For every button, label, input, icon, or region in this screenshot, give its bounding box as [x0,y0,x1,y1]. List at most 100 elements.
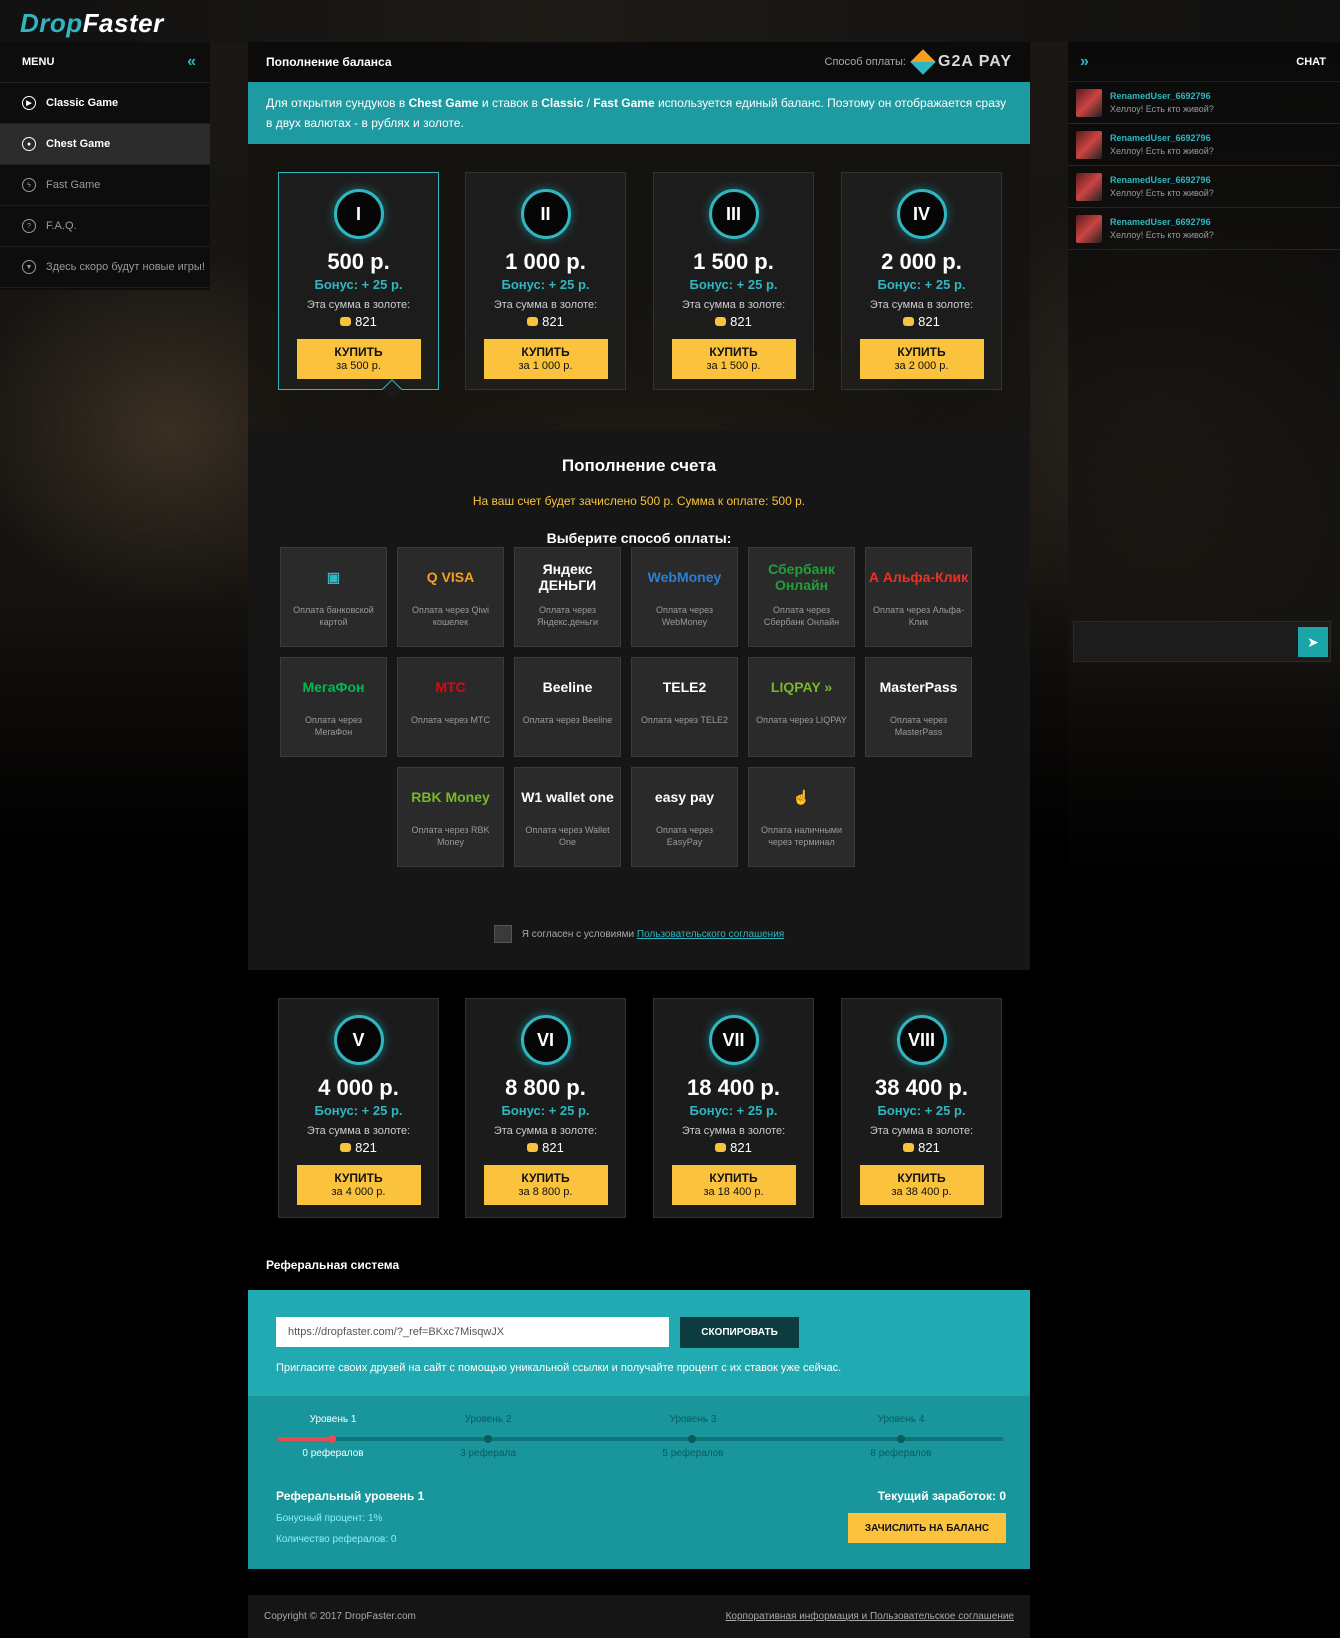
referral-title: Реферальная система [266,1258,400,1272]
chat-text: Хеллоу! Есть кто живой? [1110,230,1214,240]
payment-method-tile[interactable]: MasterPass Оплата через MasterPass [865,657,972,757]
payment-logo: МегаФон [302,679,365,695]
menu-item-fast-game[interactable]: ϟ Fast Game [0,165,210,206]
package-card[interactable]: IV 2 000 р. Бонус: + 25 р. Эта сумма в з… [841,172,1002,390]
payment-logo: Яндекс ДЕНЬГИ [538,561,597,593]
chat-username[interactable]: RenamedUser_6692796 [1110,217,1214,227]
package-amount: 8 800 р. [505,1075,586,1100]
send-icon: ➤ [1307,633,1319,650]
buy-button[interactable]: КУПИТЬ за 8 800 р. [483,1165,608,1205]
payment-logo: МТС [435,679,466,695]
chat-message: RenamedUser_6692796 Хеллоу! Есть кто живо… [1068,82,1340,124]
buy-button[interactable]: КУПИТЬ за 4 000 р. [296,1165,421,1205]
chat-input[interactable] [1073,621,1331,662]
payment-method-tile[interactable]: WebMoney Оплата через WebMoney [631,547,738,647]
chat-username[interactable]: RenamedUser_6692796 [1110,133,1214,143]
bonus-percent: Бонусный процент: 1% [276,1513,383,1524]
payment-caption: Оплата банковской картой [293,605,374,627]
gold-amount: 821 [355,314,377,329]
payment-logo: ☝ [792,788,811,805]
payment-logo: Beeline [542,679,593,695]
payment-logo: W1 wallet one [521,789,614,805]
package-card[interactable]: VII 18 400 р. Бонус: + 25 р. Эта сумма в… [653,998,814,1218]
payment-method-tile[interactable]: Яндекс ДЕНЬГИ Оплата через Яндекс.деньги [514,547,621,647]
menu-item-coming-soon[interactable]: ▼ Здесь скоро будут новые игры! [0,247,210,288]
gold-amount: 821 [730,314,752,329]
coin-icon [340,1143,352,1152]
package-card[interactable]: III 1 500 р. Бонус: + 25 р. Эта сумма в … [653,172,814,390]
package-amount: 18 400 р. [687,1075,780,1100]
payment-method-tile[interactable]: LIQPAY » Оплата через LIQPAY [748,657,855,757]
payment-method-tile[interactable]: МТС Оплата через МТС [397,657,504,757]
agreement-link[interactable]: Пользовательского соглашения [637,929,784,940]
payment-logo: MasterPass [879,679,958,695]
package-card[interactable]: V 4 000 р. Бонус: + 25 р. Эта сумма в зо… [278,998,439,1218]
menu-item-faq[interactable]: ? F.A.Q. [0,206,210,247]
gold-value: 821 [842,314,1001,329]
gold-amount: 821 [730,1140,752,1155]
avatar[interactable] [1076,172,1102,201]
collapse-menu-icon[interactable]: « [187,53,196,71]
payment-method-tile[interactable]: Beeline Оплата через Beeline [514,657,621,757]
avatar[interactable] [1076,214,1102,243]
payment-method-tile[interactable]: RBK Money Оплата через RBK Money [397,767,504,867]
package-card[interactable]: VI 8 800 р. Бонус: + 25 р. Эта сумма в з… [465,998,626,1218]
package-badge: II [520,189,571,239]
package-badge: I [333,189,384,239]
package-amount: 2 000 р. [881,249,962,274]
package-card[interactable]: I 500 р. Бонус: + 25 р. Эта сумма в золо… [278,172,439,399]
play-icon: ▶ [22,96,36,110]
payment-method-tile[interactable]: Q VISA Оплата через Qiwi кошелек [397,547,504,647]
collapse-chat-icon[interactable]: » [1080,53,1089,71]
buy-button[interactable]: КУПИТЬ за 2 000 р. [859,339,984,379]
payment-caption: Оплата через МегаФон [304,715,363,737]
coin-icon [903,317,915,326]
referral-box: https://dropfaster.com/?_ref=BKxc7MisqwJ… [248,1290,1030,1396]
agree-checkbox[interactable] [493,925,512,943]
payment-method-tile[interactable]: ▣ Оплата банковской картой [280,547,387,647]
agree-label: Я согласен с условиями Пользовательского… [522,929,784,940]
chat-username[interactable]: RenamedUser_6692796 [1110,175,1214,185]
gold-label: Эта сумма в золоте: [306,299,411,311]
payment-method-tile[interactable]: easy pay Оплата через EasyPay [631,767,738,867]
gold-label: Эта сумма в золоте: [681,299,786,311]
credit-balance-button[interactable]: ЗАЧИСЛИТЬ НА БАЛАНС [848,1513,1006,1543]
chat-username[interactable]: RenamedUser_6692796 [1110,91,1214,101]
buy-button[interactable]: КУПИТЬ за 18 400 р. [671,1165,796,1205]
menu-item-chest-game[interactable]: ● Chest Game [0,124,210,165]
g2a-logo[interactable]: G2A PAY [910,49,1012,75]
buy-button[interactable]: КУПИТЬ за 38 400 р. [859,1165,984,1205]
payment-method-tile[interactable]: W1 wallet one Оплата через Wallet One [514,767,621,867]
payment-method-tile[interactable]: TELE2 Оплата через TELE2 [631,657,738,757]
packages-row-1: I 500 р. Бонус: + 25 р. Эта сумма в золо… [248,144,1030,430]
site-logo[interactable]: DropFaster [20,8,164,39]
payment-method-tile[interactable]: ☝ Оплата наличными через терминал [748,767,855,867]
buy-button[interactable]: КУПИТЬ за 1 500 р. [671,339,796,379]
package-badge: VIII [896,1015,947,1065]
coin-icon [903,1143,915,1152]
send-button[interactable]: ➤ [1298,627,1328,657]
referral-level-title: Реферальный уровень 1 [276,1489,425,1503]
buy-button[interactable]: КУПИТЬ за 500 р. [296,339,421,379]
buy-label: КУПИТЬ [521,345,570,359]
package-amount: 500 р. [327,249,390,274]
footer-link[interactable]: Корпоративная информация и Пользовательс… [726,1611,1014,1622]
buy-button[interactable]: КУПИТЬ за 1 000 р. [483,339,608,379]
payment-method-tile[interactable]: Сбербанк Онлайн Оплата через Сбербанк Онл… [748,547,855,647]
package-bonus: Бонус: + 25 р. [314,277,403,292]
menu-item-classic-game[interactable]: ▶ Classic Game [0,83,210,124]
menu-header: MENU « [0,42,210,83]
gold-value: 821 [279,1140,438,1155]
payment-method-tile[interactable]: МегаФон Оплата через МегаФон [280,657,387,757]
referral-link-input[interactable]: https://dropfaster.com/?_ref=BKxc7MisqwJ… [276,1317,669,1347]
level-dot [484,1435,492,1443]
payment-logo: ▣ [326,568,341,585]
avatar[interactable] [1076,130,1102,159]
payment-method-tile[interactable]: А Альфа-Клик Оплата через Альфа-Клик [865,547,972,647]
payment-logo: easy pay [654,789,715,805]
package-card[interactable]: VIII 38 400 р. Бонус: + 25 р. Эта сумма … [841,998,1002,1218]
package-card[interactable]: II 1 000 р. Бонус: + 25 р. Эта сумма в з… [465,172,626,390]
buy-label: КУПИТЬ [521,1171,570,1185]
copy-button[interactable]: СКОПИРОВАТЬ [680,1317,799,1348]
avatar[interactable] [1076,88,1102,117]
